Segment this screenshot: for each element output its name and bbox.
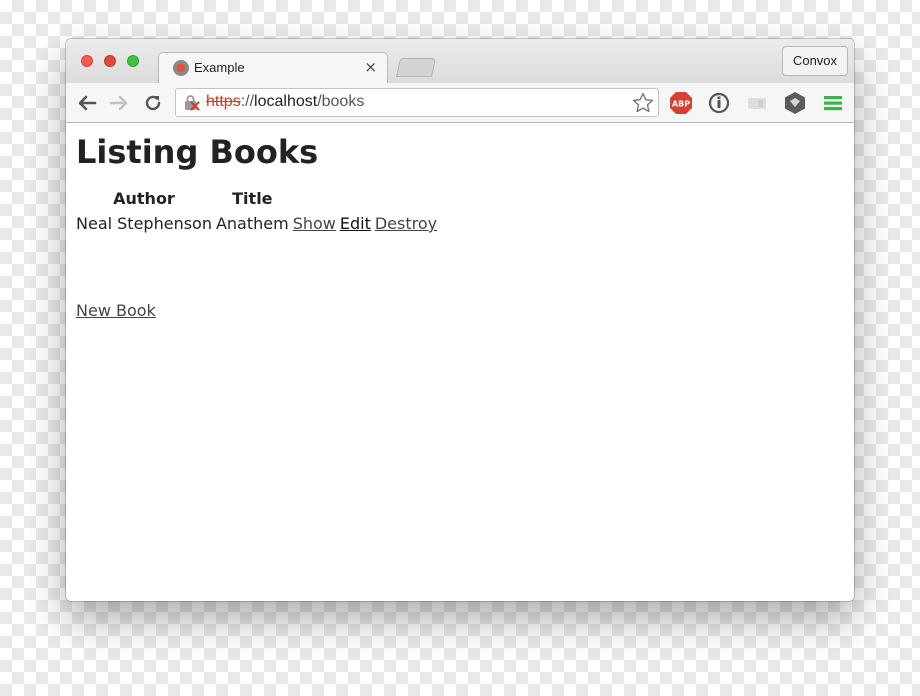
author-cell: Neal Stephenson: [76, 214, 212, 233]
hexagon-icon[interactable]: [783, 91, 807, 115]
back-arrow-icon[interactable]: [76, 92, 98, 114]
browser-window: Example × Convox https://localhost/books: [66, 39, 854, 601]
info-icon[interactable]: [707, 91, 731, 115]
tab-title: Example: [194, 60, 245, 75]
title-bar: Example × Convox: [66, 39, 854, 83]
grey-extension-icon[interactable]: [745, 91, 769, 115]
url-separator: ://: [240, 93, 255, 110]
profile-button[interactable]: Convox: [782, 46, 848, 76]
close-window-button[interactable]: [81, 55, 93, 67]
reload-icon[interactable]: [142, 92, 164, 114]
url-host: localhost: [254, 93, 318, 110]
insecure-lock-icon: [183, 94, 201, 112]
url-path: /books: [317, 93, 365, 110]
svg-text:ABP: ABP: [672, 100, 690, 109]
edit-link[interactable]: Edit: [340, 214, 371, 233]
toolbar: https://localhost/books ABP: [66, 83, 854, 123]
minimize-window-button[interactable]: [104, 55, 116, 67]
adblock-icon[interactable]: ABP: [669, 91, 693, 115]
new-tab-button[interactable]: [395, 58, 437, 77]
tab-close-icon[interactable]: ×: [364, 58, 377, 76]
books-table: Author Title Neal Stephenson Anathem Sho…: [72, 185, 441, 237]
bookmark-star-icon[interactable]: [631, 91, 655, 115]
forward-arrow-icon[interactable]: [108, 92, 130, 114]
zoom-window-button[interactable]: [127, 55, 139, 67]
show-link[interactable]: Show: [293, 214, 336, 233]
new-book-link[interactable]: New Book: [76, 301, 156, 320]
column-header-author: Author: [113, 189, 175, 208]
tab-example[interactable]: Example ×: [158, 52, 388, 83]
page-content: Listing Books Author Title Neal Stephens…: [66, 123, 854, 601]
column-header-title: Title: [232, 189, 273, 208]
address-bar[interactable]: https://localhost/books: [175, 88, 659, 117]
url-scheme: https: [206, 93, 241, 110]
favicon-icon: [173, 60, 189, 76]
menu-icon[interactable]: [821, 91, 845, 115]
page-title: Listing Books: [76, 133, 319, 171]
table-row: Neal Stephenson Anathem Show Edit Destro…: [76, 212, 437, 235]
destroy-link[interactable]: Destroy: [375, 214, 437, 233]
table-header-row: Author Title: [76, 187, 437, 210]
title-cell: Anathem: [215, 214, 289, 233]
url-text: https://localhost/books: [206, 93, 364, 111]
